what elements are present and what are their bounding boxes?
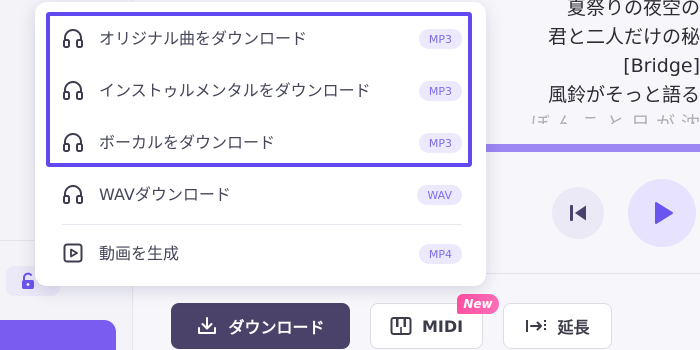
format-badge: MP4: [418, 244, 462, 264]
lyrics-line: 君と二人だけの秘: [547, 26, 700, 48]
play-icon: [655, 202, 673, 224]
extend-button-label: 延長: [557, 318, 590, 337]
format-badge: MP3: [418, 29, 462, 49]
download-button[interactable]: ダウンロード: [171, 303, 350, 349]
skip-back-icon: [570, 205, 586, 221]
video-icon: [63, 243, 83, 263]
download-original-item[interactable]: オリジナル曲をダウンロード MP3: [50, 16, 470, 60]
extend-icon: [526, 320, 547, 332]
play-button[interactable]: [628, 179, 696, 247]
lyrics-line: [Bridge]: [623, 55, 700, 77]
format-badge: MP3: [418, 81, 462, 101]
headphones-icon: [63, 185, 83, 204]
divider: [486, 273, 700, 274]
extend-button[interactable]: 延長: [503, 303, 612, 349]
menu-item-label: 動画を生成: [99, 244, 180, 263]
menu-item-label: ボーカルをダウンロード: [99, 133, 276, 152]
download-button-label: ダウンロード: [228, 318, 325, 337]
menu-item-label: WAVダウンロード: [99, 185, 231, 204]
download-menu: オリジナル曲をダウンロード MP3 インストゥルメンタルをダウンロード MP3 …: [35, 2, 486, 286]
new-badge: New: [457, 294, 499, 314]
midi-button-label: MIDI: [421, 316, 464, 336]
menu-item-label: インストゥルメンタルをダウンロード: [99, 81, 371, 100]
lyrics-line: 風鈴がそっと語る: [547, 84, 700, 106]
previous-button[interactable]: [552, 187, 604, 239]
menu-divider: [62, 224, 462, 225]
download-instrumental-item[interactable]: インストゥルメンタルをダウンロード MP3: [50, 68, 470, 112]
headphones-icon: [63, 81, 83, 100]
generate-video-item[interactable]: 動画を生成 MP4: [50, 231, 470, 275]
download-icon: [198, 317, 217, 334]
download-wav-item[interactable]: WAVダウンロード WAV: [50, 172, 470, 216]
left-action-button[interactable]: [0, 320, 116, 350]
download-vocals-item[interactable]: ボーカルをダウンロード MP3: [50, 120, 470, 164]
headphones-icon: [63, 29, 83, 48]
progress-bar[interactable]: [486, 144, 700, 152]
lyrics-line: ぼ ん こ と 日 が 沈: [530, 113, 700, 124]
format-badge: WAV: [417, 185, 462, 205]
piano-icon: [390, 317, 412, 335]
lyrics-line: 夏祭りの夜空の: [566, 0, 700, 19]
headphones-icon: [63, 133, 83, 152]
lyrics-panel: 夏祭りの夜空の 君と二人だけの秘 [Bridge] 風鈴がそっと語る ぼ ん こ…: [480, 0, 700, 124]
lock-icon: [22, 272, 34, 289]
menu-item-label: オリジナル曲をダウンロード: [99, 29, 308, 48]
format-badge: MP3: [418, 133, 462, 153]
